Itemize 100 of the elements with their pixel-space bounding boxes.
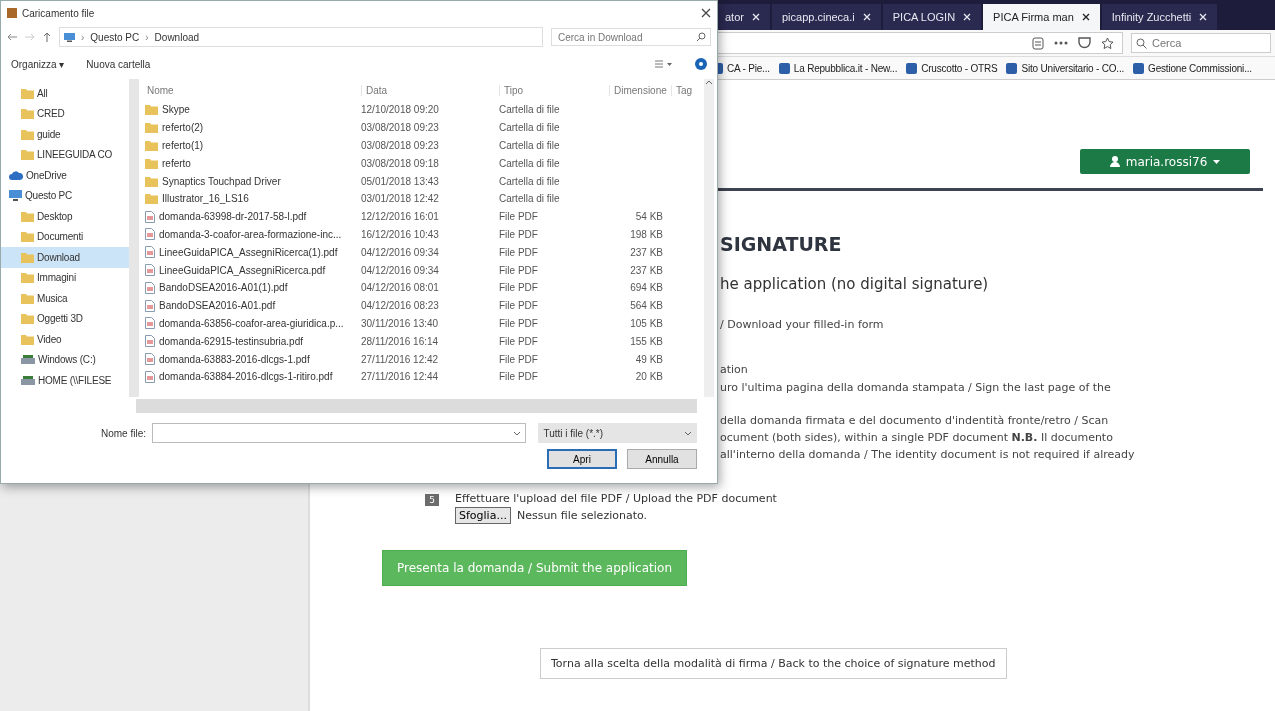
breadcrumb-item[interactable]: Questo PC [90,31,140,43]
file-name[interactable]: Illustrator_16_LS16 [162,193,249,205]
bookmark-link[interactable]: Sito Universitario - CO... [1021,62,1125,74]
column-header[interactable]: Nome [145,84,361,96]
open-button[interactable]: Apri [547,449,617,469]
column-header[interactable]: Tipo [499,84,609,96]
file-name[interactable]: LineeGuidaPICA_AssegniRicerca(1).pdf [159,246,338,258]
instruction-text: uro l'ultima pagina della domanda stampata / Sign the last page of the [720,380,1112,395]
nav-item[interactable]: All [1,83,129,104]
file-name[interactable]: domanda-63883-2016-dlcgs-1.pdf [159,353,310,365]
date-cell-text: 03/08/2018 09:23 [361,122,440,134]
file-name[interactable]: domanda-63856-coafor-area-giuridica.p... [159,317,344,329]
nav-item[interactable]: Musica [1,288,129,309]
nav-item[interactable]: OneDrive [1,165,129,186]
toolbar-button[interactable]: Nuova cartella [86,58,151,70]
size-cell-text: 237 KB [629,246,664,258]
browser-tab[interactable]: picapp.cineca.i [771,4,881,30]
file-name[interactable]: domanda-62915-testinsubria.pdf [159,335,303,347]
file-type-dropdown[interactable]: Tutti i file (*.*) [538,423,697,443]
type-cell-text: File PDF [499,211,539,223]
size-cell-text: 155 KB [629,335,664,347]
file-name[interactable]: referto [162,157,191,169]
step-text: Effettuare l'upload del file PDF / Upload the PDF document [455,492,777,505]
date-cell-text: 12/12/2016 16:01 [361,211,440,223]
file-name[interactable]: BandoDSEA2016-A01(1).pdf [159,282,288,294]
nav-item[interactable]: Documenti [1,226,129,247]
nav-item[interactable]: Download [1,247,129,268]
date-cell-text: 04/12/2016 09:34 [361,246,440,258]
size-cell-text: 49 KB [634,353,664,365]
type-cell-text: File PDF [499,300,539,312]
section-heading: he application (no digital signature) [720,275,990,293]
date-cell-text: 27/11/2016 12:42 [361,353,440,365]
size-cell-text: 54 KB [634,211,664,223]
date-cell-text: 12/10/2018 09:20 [361,104,440,116]
size-cell-text: 237 KB [629,264,664,276]
size-cell-text: 20 KB [634,371,664,383]
date-cell-text: 16/12/2016 10:43 [361,228,440,240]
type-cell-text: File PDF [499,264,539,276]
file-name[interactable]: Skype [162,104,190,116]
column-header[interactable]: Dimensione [609,84,671,96]
file-name[interactable]: BandoDSEA2016-A01.pdf [159,300,276,312]
date-cell-text: 28/11/2016 16:14 [361,335,440,347]
date-cell-text: 04/12/2016 08:01 [361,282,440,294]
breadcrumb-bar[interactable]: › Questo PC › Download [59,27,543,47]
nav-item[interactable]: Desktop [1,206,129,227]
size-cell-text: 694 KB [629,282,664,294]
browse-button[interactable]: Sfoglia... [455,507,511,524]
breadcrumb-item[interactable]: Download [154,31,200,43]
date-cell-text: 03/01/2018 12:42 [361,193,440,205]
browser-tab[interactable]: Infinity Zucchetti [1101,4,1218,30]
bookmark-link[interactable]: Gestione Commissioni... [1148,62,1252,74]
bookmark-link[interactable]: CA - Pie... [727,62,770,74]
instruction-text: ation [720,362,749,377]
nav-item[interactable]: Oggetti 3D [1,308,129,329]
type-cell-text: File PDF [499,228,539,240]
nav-item[interactable]: Questo PC [1,185,129,206]
type-cell-text: File PDF [499,282,539,294]
browser-tab[interactable]: ator [715,4,770,30]
step-number: 5 [425,494,439,506]
type-cell-text: Cartella di file [499,140,561,151]
type-cell-text: Cartella di file [499,175,561,187]
size-cell-text: 198 KB [629,228,664,240]
file-name[interactable]: domanda-3-coafor-area-formazione-inc... [159,228,342,240]
back-button[interactable]: Torna alla scelta della modalità di firma / Back to the choice of signature method [540,648,1007,679]
date-cell-text: 03/08/2018 09:23 [361,140,440,151]
file-name[interactable]: Synaptics Touchpad Driver [162,175,281,187]
instruction-text: ocument (both sides), within a single PDF document N.B. Il documento [720,430,1114,445]
page-heading: SIGNATURE [720,233,843,255]
file-name[interactable]: referto(1) [162,140,204,151]
type-cell-text: Cartella di file [499,104,561,116]
file-name[interactable]: referto(2) [162,122,204,134]
date-cell-text: 03/08/2018 09:18 [361,157,440,169]
cancel-button[interactable]: Annulla [627,449,697,469]
date-cell-text: 05/01/2018 13:43 [361,175,440,187]
bookmark-link[interactable]: Cruscotto - OTRS [921,62,998,74]
nav-item[interactable]: guide [1,124,129,145]
type-cell-text: Cartella di file [499,157,561,169]
search-field[interactable]: Cerca [1131,33,1271,53]
type-cell-text: File PDF [499,371,539,383]
toolbar-button[interactable]: Organizza ▾ [11,58,65,70]
browser-tab[interactable]: PICA LOGIN [882,4,982,30]
bookmark-link[interactable]: La Repubblica.it - New... [793,62,898,74]
file-name[interactable]: domanda-63998-dr-2017-58-l.pdf [159,211,307,223]
type-cell-text: File PDF [499,317,539,329]
nav-item[interactable]: Immagini [1,267,129,288]
search-field[interactable]: Cerca in Download [551,28,711,46]
file-name[interactable]: LineeGuidaPICA_AssegniRicerca.pdf [159,264,326,276]
file-name[interactable]: domanda-63884-2016-dlcgs-1-ritiro.pdf [159,371,333,383]
nav-item[interactable]: HOME (\\FILESE [1,370,129,391]
column-header[interactable]: Data [361,84,499,96]
nav-item[interactable]: LINEEGUIDA CO [1,144,129,165]
nav-item[interactable]: Windows (C:) [1,349,129,370]
filename-label: Nome file: [101,427,146,439]
nav-item[interactable]: Video [1,329,129,350]
user-menu-button[interactable]: maria.rossi76 [1080,149,1250,174]
nav-item[interactable]: CRED [1,103,129,124]
browser-tab[interactable]: PICA Firma man [983,4,1100,30]
date-cell-text: 27/11/2016 12:44 [361,371,440,383]
instruction-text: all'interno della domanda / The identity document is not required if already [720,447,1136,462]
type-cell-text: File PDF [499,246,539,258]
